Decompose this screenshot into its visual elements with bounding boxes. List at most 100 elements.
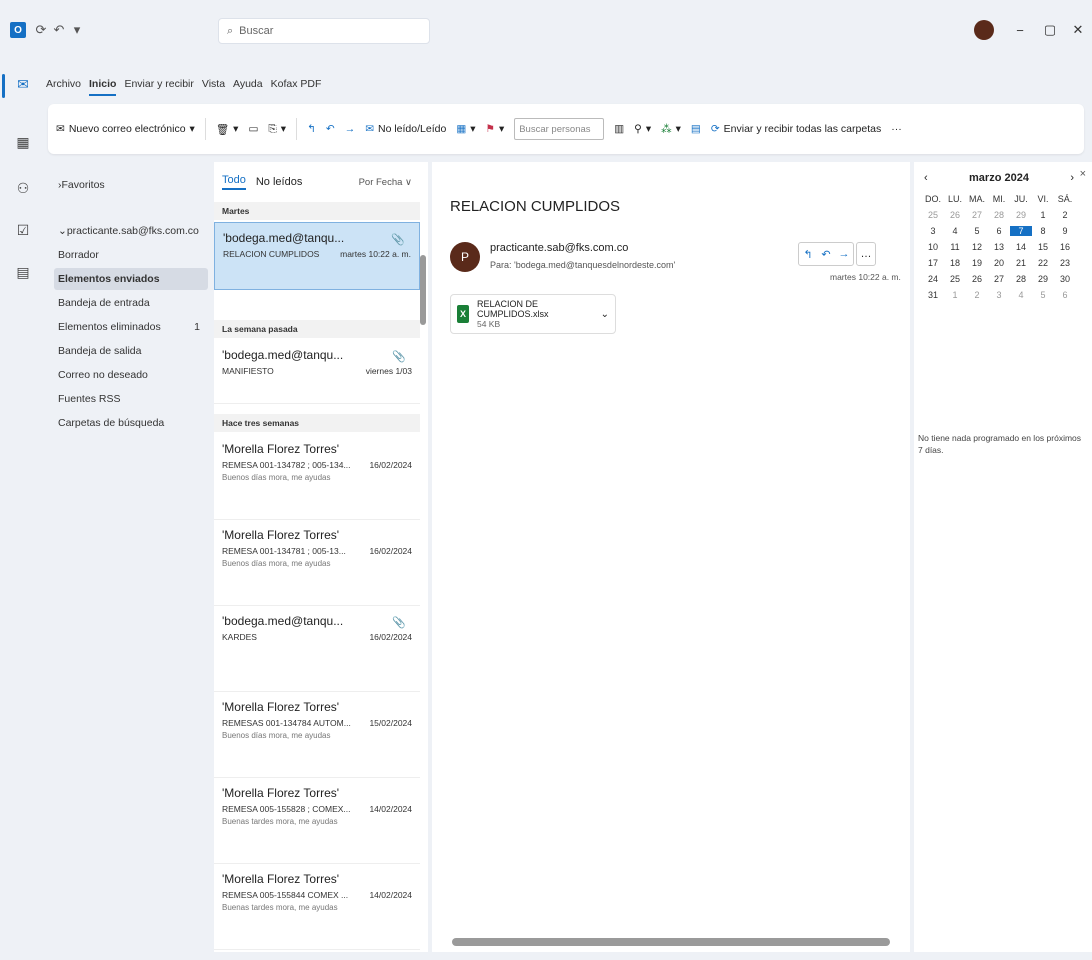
menu-vista[interactable]: Vista [202, 78, 225, 96]
address-book-button[interactable]: ▥ [614, 123, 624, 135]
forward-button[interactable]: → [345, 123, 356, 135]
sender-avatar[interactable]: P [450, 242, 480, 272]
sync-icon[interactable]: ⟳ [34, 22, 48, 38]
calendar-day[interactable]: 21 [1010, 258, 1032, 268]
menu-inicio[interactable]: Inicio [89, 78, 117, 96]
avatar[interactable] [974, 20, 994, 40]
people-icon[interactable]: ⚇ [13, 178, 33, 198]
apps-icon[interactable]: ▤ [13, 262, 33, 282]
calendar-day[interactable]: 25 [944, 274, 966, 284]
calendar-day[interactable]: 27 [988, 274, 1010, 284]
calendar-day[interactable]: 22 [1032, 258, 1054, 268]
calendar-day[interactable]: 6 [1054, 290, 1076, 300]
calendar-day[interactable]: 5 [1032, 290, 1054, 300]
more-actions-icon[interactable]: … [857, 243, 875, 265]
calendar-day[interactable]: 31 [922, 290, 944, 300]
mail-icon[interactable]: ✉ [13, 74, 33, 94]
list-item[interactable]: 'bodega.med@tanqu... 📎 MANIFIESTO viernes… [214, 340, 420, 404]
forward-icon[interactable]: → [835, 243, 853, 265]
archive-button[interactable]: ▭ [248, 123, 258, 135]
favorites-header[interactable]: › Favoritos [54, 174, 208, 196]
delete-button[interactable]: 🗑 ▾ [216, 123, 239, 136]
calendar-day[interactable]: 24 [922, 274, 944, 284]
reply-icon[interactable]: ↰ [799, 243, 817, 265]
calendar-day[interactable]: 29 [1032, 274, 1054, 284]
move-button[interactable]: ⎘ ▾ [268, 123, 286, 136]
calendar-day[interactable]: 29 [1010, 210, 1032, 220]
chevron-down-icon[interactable]: ⌄ [601, 309, 609, 320]
tab-all[interactable]: Todo [222, 174, 246, 190]
calendar-icon[interactable]: ▦ [13, 132, 33, 152]
attachment-card[interactable]: X RELACION DE CUMPLIDOS.xlsx 54 KB ⌄ [450, 294, 616, 334]
calendar-day[interactable]: 10 [922, 242, 944, 252]
menu-archivo[interactable]: Archivo [46, 78, 81, 96]
calendar-day[interactable]: 4 [1010, 290, 1032, 300]
folder-correo-no-deseado[interactable]: Correo no deseado [54, 364, 208, 386]
folder-elementos-enviados[interactable]: Elementos enviados [54, 268, 208, 290]
calendar-day[interactable]: 5 [966, 226, 988, 236]
calendar-day[interactable]: 15 [1032, 242, 1054, 252]
chevron-left-icon[interactable]: ‹ [924, 172, 928, 184]
calendar-day[interactable]: 3 [988, 290, 1010, 300]
search-input[interactable]: ⌕ Buscar [218, 18, 430, 44]
reply-all-icon[interactable]: ↶ [817, 243, 835, 265]
send-receive-all-button[interactable]: ⟳ Enviar y recibir todas las carpetas [711, 123, 881, 135]
list-item[interactable]: 'bodega.med@tanqu... 📎 RELACION CUMPLIDO… [214, 222, 420, 290]
calendar-day[interactable]: 7 [1010, 226, 1032, 236]
horizontal-scrollbar[interactable] [452, 938, 890, 946]
list-item[interactable]: 'bodega.med@tanqu... 📎 KARDES 16/02/2024 [214, 606, 420, 692]
calendar-day[interactable]: 23 [1054, 258, 1076, 268]
search-people-input[interactable]: Buscar personas [514, 118, 605, 140]
calendar-day[interactable]: 26 [944, 210, 966, 220]
sender-address[interactable]: practicante.sab@fks.com.co [490, 242, 628, 254]
folder-elementos-eliminados[interactable]: Elementos eliminados 1 [54, 316, 208, 338]
list-item[interactable]: 'Morella Florez Torres' REMESAS 001-1347… [214, 692, 420, 778]
minimize-button[interactable]: − [1010, 20, 1030, 40]
calendar-day[interactable]: 4 [944, 226, 966, 236]
folder-fuentes-rss[interactable]: Fuentes RSS [54, 388, 208, 410]
tasks-icon[interactable]: ☑ [13, 220, 33, 240]
list-item[interactable]: 'Morella Florez Torres' REMESA 005-15584… [214, 864, 420, 950]
flag-button[interactable]: ⚑ ▾ [486, 123, 505, 135]
folder-borrador[interactable]: Borrador [54, 244, 208, 266]
group-header[interactable]: Martes [214, 202, 420, 220]
new-mail-button[interactable]: ✉ Nuevo correo electrónico ▾ [56, 123, 195, 135]
calendar-day[interactable]: 26 [966, 274, 988, 284]
list-item[interactable]: 'Morella Florez Torres' REMESA 001-13478… [214, 520, 420, 606]
filter-button[interactable]: ⚲ ▾ [634, 123, 651, 135]
folder-carpetas-busqueda[interactable]: Carpetas de búsqueda [54, 412, 208, 434]
apps-button[interactable]: ⁂ ▾ [661, 123, 681, 135]
close-button[interactable]: ✕ [1068, 20, 1088, 40]
chevron-right-icon[interactable]: › [1070, 172, 1074, 184]
list-item[interactable]: 'Morella Florez Torres' REMESA 005-15582… [214, 778, 420, 864]
menu-ayuda[interactable]: Ayuda [233, 78, 263, 96]
categorize-button[interactable]: ▦ ▾ [456, 123, 475, 135]
calendar-day[interactable]: 9 [1054, 226, 1076, 236]
calendar-day[interactable]: 16 [1054, 242, 1076, 252]
calendar-day[interactable]: 2 [966, 290, 988, 300]
calendar-day[interactable]: 20 [988, 258, 1010, 268]
read-unread-button[interactable]: ✉ No leído/Leído [365, 123, 446, 135]
group-header[interactable]: Hace tres semanas [214, 414, 420, 432]
calendar-day[interactable]: 28 [1010, 274, 1032, 284]
notes-button[interactable]: ▤ [691, 123, 701, 135]
maximize-button[interactable]: ▢ [1040, 20, 1060, 40]
calendar-day[interactable]: 30 [1054, 274, 1076, 284]
sort-dropdown[interactable]: Por Fecha ∨ [359, 177, 412, 188]
calendar-day[interactable]: 18 [944, 258, 966, 268]
folder-bandeja-salida[interactable]: Bandeja de salida [54, 340, 208, 362]
calendar-day[interactable]: 17 [922, 258, 944, 268]
menu-enviar-recibir[interactable]: Enviar y recibir [124, 78, 193, 96]
undo-icon[interactable]: ↶ [52, 22, 66, 38]
calendar-day[interactable]: 27 [966, 210, 988, 220]
message-list-scrollbar[interactable] [420, 255, 426, 325]
calendar-day[interactable]: 28 [988, 210, 1010, 220]
folder-bandeja-entrada[interactable]: Bandeja de entrada [54, 292, 208, 314]
list-item[interactable]: 'Morella Florez Torres' REMESA 001-13478… [214, 434, 420, 520]
calendar-day[interactable]: 3 [922, 226, 944, 236]
calendar-day[interactable]: 12 [966, 242, 988, 252]
group-header[interactable]: La semana pasada [214, 320, 420, 338]
more-icon[interactable]: ▾ [70, 22, 84, 38]
reply-button[interactable]: ↰ [307, 123, 316, 135]
calendar-day[interactable]: 6 [988, 226, 1010, 236]
